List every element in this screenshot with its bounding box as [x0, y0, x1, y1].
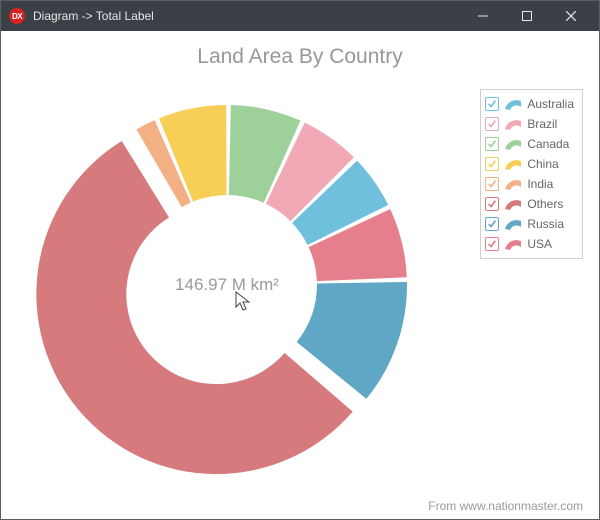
legend-checkbox[interactable] — [485, 237, 499, 251]
legend-checkbox[interactable] — [485, 197, 499, 211]
legend-label: Russia — [527, 217, 564, 231]
legend-item-china[interactable]: China — [485, 154, 574, 174]
legend-item-russia[interactable]: Russia — [485, 214, 574, 234]
legend-label: India — [527, 177, 553, 191]
legend-item-india[interactable]: India — [485, 174, 574, 194]
legend: Australia Brazil Canada China India Others Rus… — [480, 89, 583, 259]
legend-checkbox[interactable] — [485, 117, 499, 131]
legend-checkbox[interactable] — [485, 137, 499, 151]
legend-item-others[interactable]: Others — [485, 194, 574, 214]
chart-title: Land Area By Country — [17, 45, 583, 69]
legend-swatch-icon — [503, 117, 523, 131]
legend-label: Brazil — [527, 117, 557, 131]
legend-swatch-icon — [503, 137, 523, 151]
legend-label: China — [527, 157, 558, 171]
content-area: Land Area By Country 146.97 M km² Austra… — [1, 31, 599, 519]
credit-label: From www.nationmaster.com — [428, 499, 583, 513]
minimize-button[interactable] — [461, 1, 505, 31]
legend-item-usa[interactable]: USA — [485, 234, 574, 254]
window-title: Diagram -> Total Label — [33, 9, 154, 23]
legend-item-australia[interactable]: Australia — [485, 94, 574, 114]
legend-checkbox[interactable] — [485, 157, 499, 171]
app-icon — [9, 8, 25, 24]
legend-swatch-icon — [503, 237, 523, 251]
legend-swatch-icon — [503, 217, 523, 231]
legend-swatch-icon — [503, 157, 523, 171]
legend-checkbox[interactable] — [485, 217, 499, 231]
legend-swatch-icon — [503, 97, 523, 111]
donut-chart[interactable]: 146.97 M km² — [27, 85, 427, 485]
legend-label: Canada — [527, 137, 569, 151]
legend-label: Australia — [527, 97, 574, 111]
legend-label: Others — [527, 197, 563, 211]
legend-label: USA — [527, 237, 552, 251]
legend-swatch-icon — [503, 197, 523, 211]
legend-swatch-icon — [503, 177, 523, 191]
legend-checkbox[interactable] — [485, 97, 499, 111]
legend-item-brazil[interactable]: Brazil — [485, 114, 574, 134]
legend-item-canada[interactable]: Canada — [485, 134, 574, 154]
close-button[interactable] — [549, 1, 593, 31]
app-window: Diagram -> Total Label Land Area By Coun… — [0, 0, 600, 520]
titlebar: Diagram -> Total Label — [1, 1, 599, 31]
legend-checkbox[interactable] — [485, 177, 499, 191]
maximize-button[interactable] — [505, 1, 549, 31]
chart-area: 146.97 M km² Australia Brazil Canada China I… — [17, 75, 583, 495]
